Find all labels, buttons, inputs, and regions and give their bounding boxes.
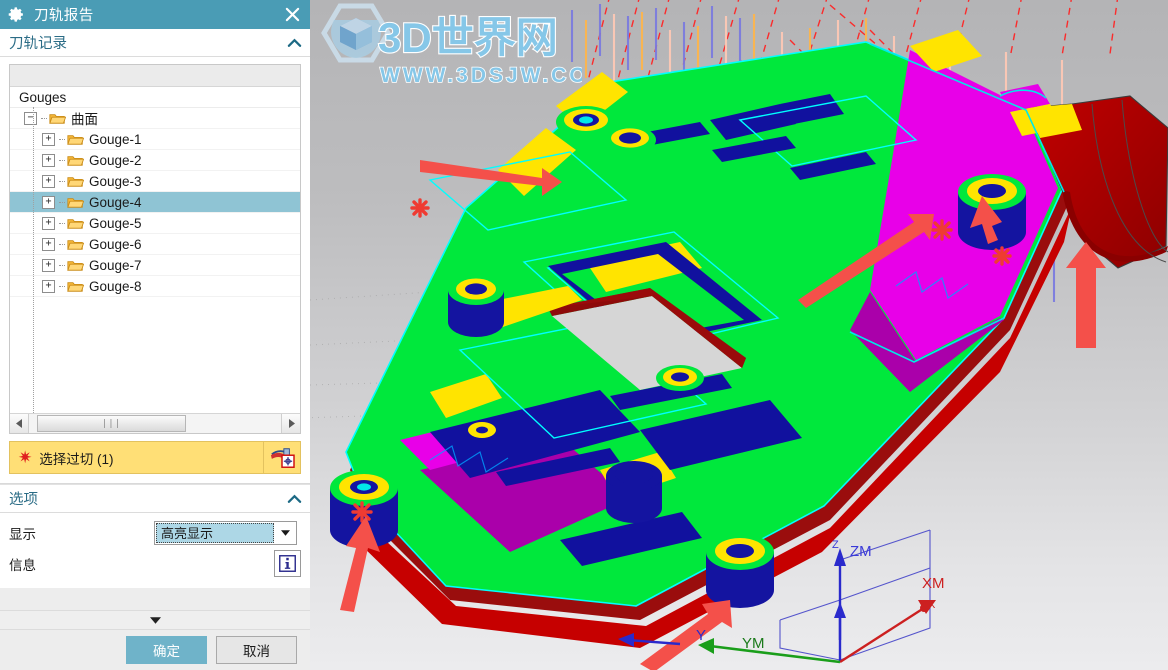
svg-text:XM: XM <box>922 575 945 592</box>
display-option-label: 显示 <box>9 526 36 542</box>
scrollbar-grip: ||| <box>101 418 122 429</box>
tree-item-gouge-6[interactable]: + Gouge-6 <box>10 234 300 255</box>
tree-connector <box>59 180 65 182</box>
ok-button[interactable]: 确定 <box>126 636 207 664</box>
svg-text:ZM: ZM <box>850 543 872 560</box>
expander-icon[interactable]: + <box>42 258 55 272</box>
dialog-footer: 确定 取消 <box>0 630 310 670</box>
tree-rows[interactable]: Gouges − 曲面 + Gouge-1 + Gouge-2 + Gouge-… <box>10 87 300 413</box>
info-option-row: 信息 <box>0 547 310 580</box>
tree-node-root[interactable]: − 曲面 <box>10 108 300 129</box>
section-options-label: 选项 <box>9 492 38 508</box>
tree-item-gouge-1[interactable]: + Gouge-1 <box>10 129 300 150</box>
scroll-left-arrow-icon[interactable] <box>10 414 29 433</box>
tree-connector <box>41 117 47 119</box>
scrollbar-thumb[interactable]: ||| <box>37 415 186 432</box>
expander-icon[interactable]: + <box>42 237 55 251</box>
tree-item-label: Gouge-5 <box>89 215 142 231</box>
tree-connector <box>59 201 65 203</box>
display-option-row: 显示 高亮显示 <box>0 518 310 547</box>
dialog-title: 刀轨报告 <box>34 8 94 24</box>
tree-item-label: Gouge-1 <box>89 131 142 147</box>
collapse-more-strip[interactable] <box>0 610 310 630</box>
app-root: ZM XM YM Y Z X 3D世界网 WWW.3DSJW.CO 刀轨报告 刀… <box>0 0 1168 670</box>
chevron-up-icon <box>287 494 302 503</box>
folder-open-icon <box>67 176 84 187</box>
tree-item-label: Gouge-3 <box>89 173 142 189</box>
tree-item-label: Gouge-7 <box>89 257 142 273</box>
folder-open-icon <box>67 134 84 145</box>
chevron-up-icon <box>287 38 302 47</box>
select-gouge-picker-button[interactable] <box>264 441 301 474</box>
tree-item-gouge-3[interactable]: + Gouge-3 <box>10 171 300 192</box>
tree-connector <box>59 243 65 245</box>
close-icon <box>285 7 299 22</box>
folder-open-icon <box>67 197 84 208</box>
cancel-button[interactable]: 取消 <box>216 636 297 664</box>
tree-column-header[interactable] <box>10 65 300 87</box>
section-toolpath-record-label: 刀轨记录 <box>9 36 67 52</box>
tree-connector <box>59 285 65 287</box>
tree-guideline <box>33 107 34 413</box>
tree-item-label: Gouge-6 <box>89 236 142 252</box>
folder-open-icon <box>67 260 84 271</box>
svg-text:X: X <box>928 599 936 611</box>
section-toolpath-record[interactable]: 刀轨记录 <box>0 29 310 57</box>
tree-item-gouge-7[interactable]: + Gouge-7 <box>10 255 300 276</box>
expander-icon[interactable]: + <box>42 153 55 167</box>
info-option-label: 信息 <box>9 557 36 573</box>
information-icon <box>279 555 296 572</box>
dialog-body: 刀轨记录 Gouges − 曲面 + Gouge-1 + Gouge-2 + G… <box>0 29 310 670</box>
tree-item-label: Gouge-8 <box>89 278 142 294</box>
cad-model-render: ZM XM YM Y Z X <box>310 0 1168 670</box>
scrollbar-trough[interactable]: ||| <box>29 414 281 433</box>
tree-horizontal-scrollbar[interactable]: ||| <box>10 413 300 433</box>
folder-open-icon <box>49 113 66 124</box>
close-button[interactable] <box>280 3 304 27</box>
tree-connector <box>59 222 65 224</box>
gouge-tree[interactable]: Gouges − 曲面 + Gouge-1 + Gouge-2 + Gouge-… <box>9 64 301 434</box>
tree-item-gouge-2[interactable]: + Gouge-2 <box>10 150 300 171</box>
svg-text:YM: YM <box>742 635 765 652</box>
folder-open-icon <box>67 218 84 229</box>
select-gouge-row[interactable]: ✷ 选择过切 (1) <box>9 441 301 474</box>
select-gouge-label: 选择过切 (1) <box>39 451 114 467</box>
information-button[interactable] <box>274 550 301 577</box>
folder-open-icon <box>67 239 84 250</box>
tree-connector <box>59 264 65 266</box>
3d-viewport[interactable]: ZM XM YM Y Z X 3D世界网 WWW.3DSJW.CO <box>310 0 1168 670</box>
expander-icon[interactable]: + <box>42 195 55 209</box>
tree-connector <box>59 138 65 140</box>
svg-text:Y: Y <box>696 627 706 644</box>
select-gouge-icon <box>270 447 295 468</box>
expander-icon[interactable]: + <box>42 132 55 146</box>
display-dropdown-value: 高亮显示 <box>156 522 274 543</box>
svg-text:Z: Z <box>832 539 839 551</box>
folder-open-icon <box>67 155 84 166</box>
expander-icon[interactable]: − <box>24 111 37 125</box>
tree-header-label: Gouges <box>19 89 67 105</box>
expander-icon[interactable]: + <box>42 216 55 230</box>
section-options[interactable]: 选项 <box>0 484 310 513</box>
tree-node-label: 曲面 <box>71 112 98 127</box>
expander-icon[interactable]: + <box>42 279 55 293</box>
tree-header-label-row: Gouges <box>10 87 300 108</box>
scroll-right-arrow-icon[interactable] <box>281 414 300 433</box>
required-marker-icon: ✷ <box>18 448 33 467</box>
tree-item-gouge-5[interactable]: + Gouge-5 <box>10 213 300 234</box>
expander-icon[interactable]: + <box>42 174 55 188</box>
tree-item-gouge-8[interactable]: + Gouge-8 <box>10 276 300 297</box>
folder-open-icon <box>67 281 84 292</box>
tree-item-label: Gouge-2 <box>89 152 142 168</box>
dialog-titlebar: 刀轨报告 <box>0 0 310 29</box>
toolpath-report-dialog: 刀轨报告 刀轨记录 Gouges − 曲面 + Gouge-1 + Gouge-… <box>0 0 310 670</box>
tree-item-gouge-4[interactable]: + Gouge-4 <box>10 192 300 213</box>
select-gouge-field[interactable]: ✷ 选择过切 (1) <box>9 441 264 474</box>
chevron-down-icon[interactable] <box>275 521 296 544</box>
tree-connector <box>59 159 65 161</box>
tree-item-label: Gouge-4 <box>89 194 142 210</box>
gear-icon <box>8 7 23 22</box>
chevron-down-icon <box>149 616 161 624</box>
display-dropdown[interactable]: 高亮显示 <box>154 520 297 545</box>
